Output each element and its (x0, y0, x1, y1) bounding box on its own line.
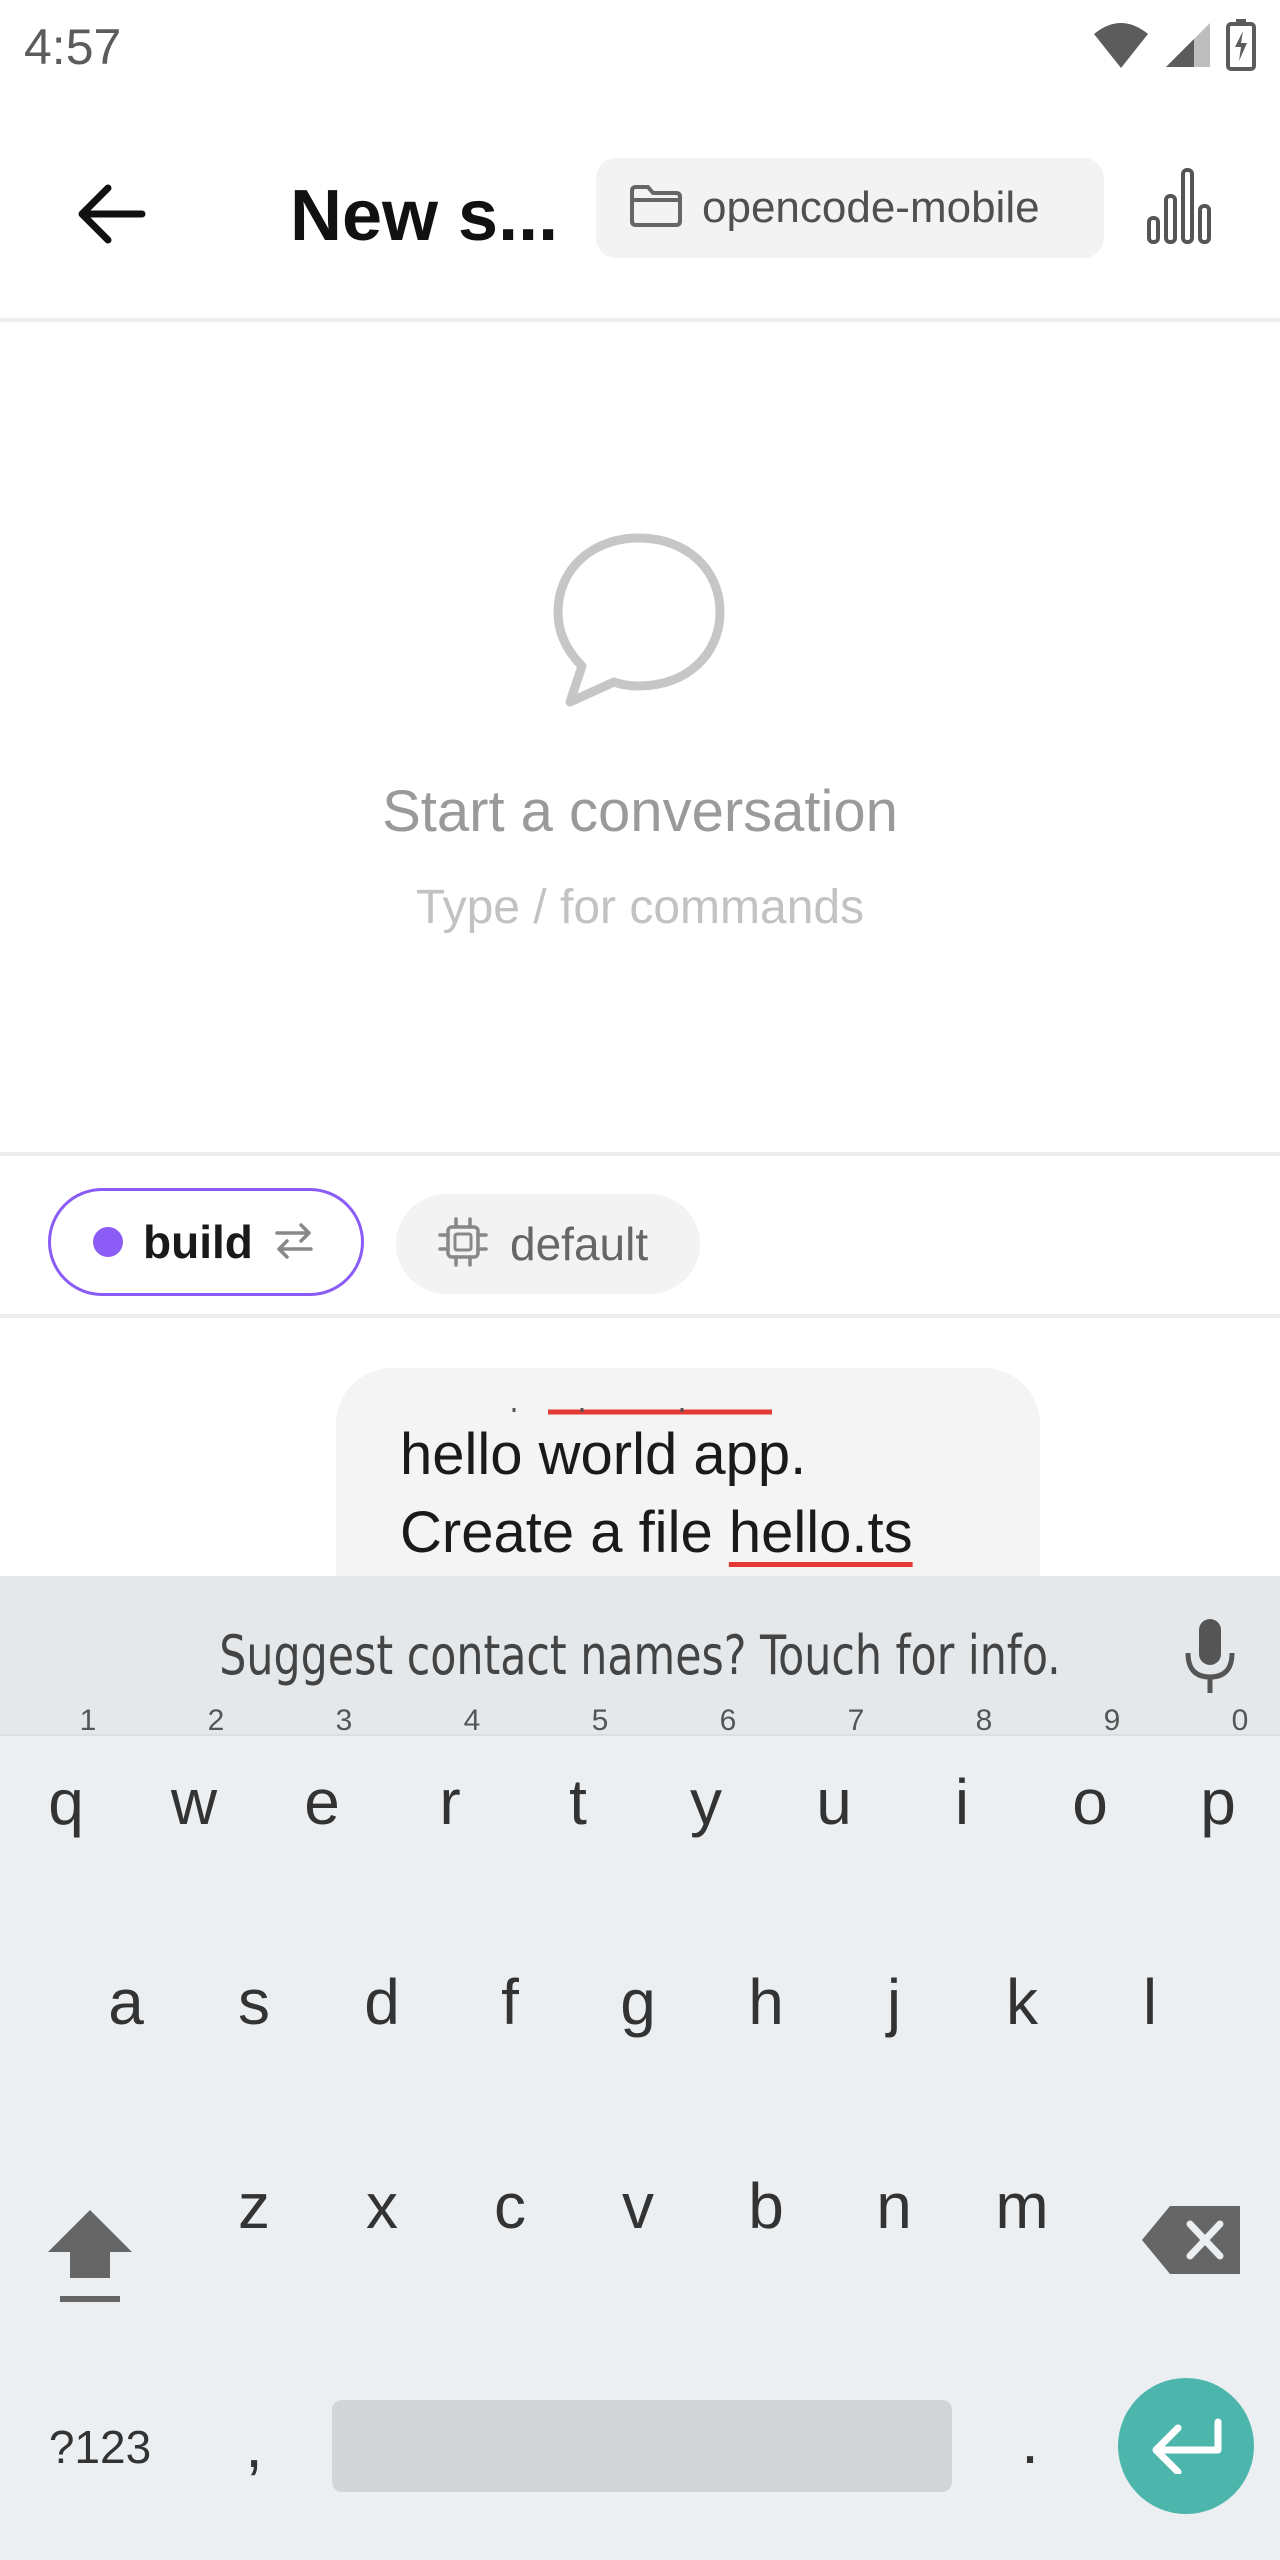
empty-state-title: Start a conversation (382, 779, 898, 844)
key-q[interactable]: q (21, 1752, 111, 1852)
key-f[interactable]: f (465, 1952, 555, 2052)
key-t[interactable]: t (533, 1752, 623, 1852)
key-hint: 9 (1103, 1704, 1121, 1737)
key-n[interactable]: n (849, 2156, 939, 2256)
suggestion-text: Suggest contact names? Touch for info. (219, 1624, 1061, 1687)
key-hint: 8 (975, 1704, 993, 1737)
key-h[interactable]: h (721, 1952, 811, 2052)
status-icons (1092, 18, 1256, 76)
key-hint: 5 (591, 1704, 609, 1737)
agent-chip[interactable]: build (48, 1188, 364, 1296)
back-button[interactable] (60, 166, 160, 266)
suggestion-bar[interactable]: Suggest contact names? Touch for info. (0, 1576, 1280, 1736)
key-o[interactable]: o (1045, 1752, 1135, 1852)
microphone-icon (1180, 1617, 1240, 1702)
key-hint: 2 (207, 1704, 225, 1737)
message-line-prefix: Create a file (400, 1500, 729, 1565)
key-r[interactable]: r (405, 1752, 495, 1852)
period-key[interactable]: . (1000, 2396, 1060, 2486)
key-l[interactable]: l (1105, 1952, 1195, 2052)
key-c[interactable]: c (465, 2156, 555, 2256)
key-hint: 7 (847, 1704, 865, 1737)
shift-key[interactable] (40, 2200, 140, 2310)
key-p[interactable]: p (1173, 1752, 1263, 1852)
wifi-icon (1092, 20, 1150, 75)
message-line: Create a file hello.ts (400, 1494, 1020, 1572)
app-header: New s... opencode-mobile (0, 96, 1280, 322)
message-text: hello world app. Create a file hello.ts (400, 1416, 1020, 1572)
agent-dot (93, 1227, 123, 1257)
key-z[interactable]: z (209, 2156, 299, 2256)
mic-button[interactable] (1170, 1614, 1250, 1704)
key-e[interactable]: e (277, 1752, 367, 1852)
chat-bubble-icon (548, 530, 730, 712)
model-chip[interactable]: default (396, 1194, 700, 1294)
key-hint: 0 (1231, 1704, 1249, 1737)
message-line: hello world app. (400, 1422, 807, 1487)
key-i[interactable]: i (917, 1752, 1007, 1852)
key-m[interactable]: m (977, 2156, 1067, 2256)
key-hint: 1 (79, 1704, 97, 1737)
backspace-key[interactable] (1140, 2200, 1246, 2280)
message-filename: hello.ts (728, 1500, 913, 1565)
cpu-icon (438, 1216, 488, 1272)
key-s[interactable]: s (209, 1952, 299, 2052)
status-time: 4:57 (24, 19, 122, 75)
comma-key[interactable]: , (224, 2400, 284, 2490)
enter-icon (1146, 2414, 1226, 2479)
agent-chip-label: build (143, 1216, 253, 1268)
key-v[interactable]: v (593, 2156, 683, 2256)
folder-icon (628, 183, 684, 234)
backspace-icon (1140, 2206, 1246, 2294)
symbols-key[interactable]: ?123 (30, 2402, 170, 2492)
swap-icon (273, 1219, 315, 1266)
project-chip[interactable]: opencode-mobile (596, 158, 1104, 258)
model-chip-label: default (510, 1218, 649, 1270)
key-j[interactable]: j (849, 1952, 939, 2052)
page-title: New s... (290, 176, 559, 256)
stats-button[interactable] (1130, 158, 1230, 258)
key-hint: 4 (463, 1704, 481, 1737)
key-a[interactable]: a (81, 1952, 171, 2052)
cell-signal-icon (1164, 21, 1212, 74)
key-b[interactable]: b (721, 2156, 811, 2256)
arrow-left-icon (74, 182, 146, 251)
empty-state: Start a conversation Type / for commands (0, 330, 1280, 1150)
key-k[interactable]: k (977, 1952, 1067, 2052)
enter-key[interactable] (1118, 2378, 1254, 2514)
status-bar: 4:57 (0, 0, 1280, 96)
key-y[interactable]: y (661, 1752, 751, 1852)
soft-keyboard: Suggest contact names? Touch for info. q… (0, 1576, 1280, 2560)
key-g[interactable]: g (593, 1952, 683, 2052)
key-hint: 3 (335, 1704, 353, 1737)
bar-chart-icon (1145, 166, 1215, 251)
key-hint: 6 (719, 1704, 737, 1737)
shift-icon (40, 2210, 140, 2324)
empty-state-subtitle: Type / for commands (415, 881, 865, 934)
key-u[interactable]: u (789, 1752, 879, 1852)
battery-icon (1226, 18, 1256, 76)
space-key[interactable] (332, 2400, 952, 2492)
key-w[interactable]: w (149, 1752, 239, 1852)
key-x[interactable]: x (337, 2156, 427, 2256)
key-d[interactable]: d (337, 1952, 427, 2052)
mode-chips-row: build default (0, 1152, 1280, 1318)
project-chip-label: opencode-mobile (702, 183, 1040, 232)
